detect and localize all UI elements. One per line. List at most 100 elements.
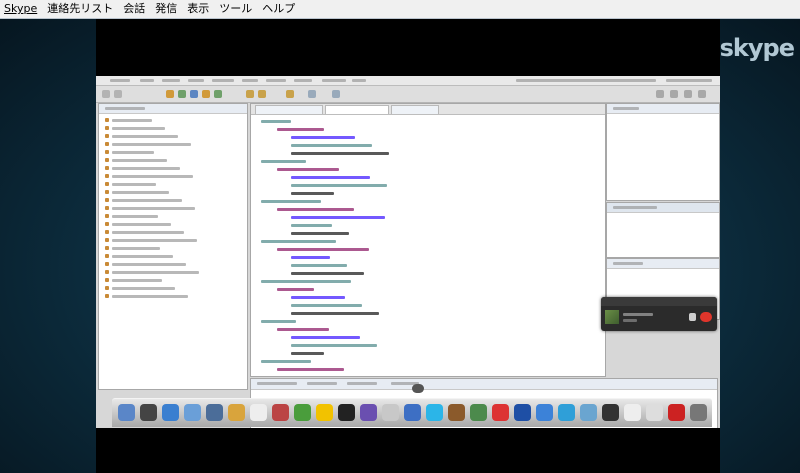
remote-code-line — [261, 320, 296, 323]
remote-tree-row — [105, 150, 154, 154]
dock-app-icon — [690, 404, 707, 421]
dock-app-icon — [426, 404, 443, 421]
menu-contacts[interactable]: 連絡先リスト — [43, 0, 119, 18]
remote-code-line — [277, 208, 354, 211]
end-call-button[interactable] — [700, 312, 712, 322]
remote-outline-panel — [606, 103, 720, 201]
remote-code-line — [291, 184, 387, 187]
remote-code-line — [291, 224, 332, 227]
remote-code-line — [291, 216, 385, 219]
remote-tree-row — [105, 126, 165, 130]
remote-tree-row — [105, 294, 188, 298]
remote-code-line — [291, 232, 349, 235]
menubar: Skype 連絡先リスト 会話 発信 表示 ツール ヘルプ — [0, 0, 800, 19]
caller-avatar — [605, 310, 619, 324]
remote-code-line — [291, 336, 360, 339]
remote-code-line — [277, 248, 369, 251]
dock-app-icon — [536, 404, 553, 421]
remote-tree-row — [105, 238, 197, 242]
remote-tree-row — [105, 142, 191, 146]
dock-app-icon — [514, 404, 531, 421]
dock-app-icon — [382, 404, 399, 421]
dock-app-icon — [668, 404, 685, 421]
remote-code-line — [261, 240, 336, 243]
dock-app-icon — [492, 404, 509, 421]
shared-screen — [96, 19, 720, 473]
remote-desktop — [96, 76, 720, 428]
call-window: skype — [0, 19, 800, 473]
remote-tree-row — [105, 158, 167, 162]
remote-task-panel — [606, 202, 720, 258]
remote-code-line — [261, 200, 321, 203]
mute-icon[interactable] — [689, 313, 696, 321]
menu-call[interactable]: 発信 — [151, 0, 183, 18]
remote-code-line — [291, 144, 372, 147]
remote-menubar — [96, 76, 720, 86]
remote-code-line — [277, 368, 344, 371]
remote-code-line — [261, 280, 351, 283]
remote-package-explorer — [98, 103, 248, 390]
remote-code-line — [261, 160, 306, 163]
remote-code-line — [291, 136, 355, 139]
remote-code-line — [291, 152, 389, 155]
remote-code-line — [277, 328, 329, 331]
remote-code-editor — [250, 103, 606, 377]
dock-app-icon — [206, 404, 223, 421]
remote-tree-row — [105, 118, 152, 122]
skype-logo: skype — [719, 34, 795, 62]
call-status-overlay — [601, 297, 717, 331]
dock-tooltip — [412, 384, 424, 393]
dock-app-icon — [272, 404, 289, 421]
dock-app-icon — [316, 404, 333, 421]
remote-tree-row — [105, 206, 195, 210]
remote-tree-row — [105, 230, 184, 234]
menu-help[interactable]: ヘルプ — [258, 0, 301, 18]
remote-tree-row — [105, 286, 175, 290]
menu-view[interactable]: 表示 — [183, 0, 215, 18]
remote-code-line — [291, 192, 334, 195]
remote-tree-row — [105, 134, 178, 138]
dock-app-icon — [250, 404, 267, 421]
remote-code-line — [291, 352, 324, 355]
call-status-header — [601, 297, 717, 306]
remote-tree-row — [105, 182, 156, 186]
remote-tree-row — [105, 278, 162, 282]
remote-code-line — [261, 360, 311, 363]
remote-code-line — [291, 256, 330, 259]
remote-code-line — [291, 264, 347, 267]
remote-tree-row — [105, 270, 199, 274]
dock-app-icon — [228, 404, 245, 421]
dock-app-icon — [646, 404, 663, 421]
menu-tools[interactable]: ツール — [215, 0, 258, 18]
remote-code-line — [291, 272, 364, 275]
remote-code-line — [291, 344, 377, 347]
dock-app-icon — [470, 404, 487, 421]
dock-app-icon — [184, 404, 201, 421]
dock-app-icon — [294, 404, 311, 421]
remote-code-line — [261, 120, 291, 123]
dock-app-icon — [118, 404, 135, 421]
remote-code-line — [291, 304, 362, 307]
remote-tree-row — [105, 190, 169, 194]
dock-app-icon — [580, 404, 597, 421]
remote-code-line — [277, 288, 314, 291]
remote-code-line — [277, 128, 324, 131]
remote-code-line — [291, 176, 370, 179]
remote-tree-row — [105, 166, 180, 170]
dock-app-icon — [360, 404, 377, 421]
dock-app-icon — [624, 404, 641, 421]
menu-conversations[interactable]: 会話 — [119, 0, 151, 18]
dock-app-icon — [140, 404, 157, 421]
remote-dock — [112, 398, 712, 427]
dock-app-icon — [162, 404, 179, 421]
remote-tree-row — [105, 198, 182, 202]
remote-toolbar — [96, 86, 720, 103]
remote-tree-row — [105, 254, 173, 258]
remote-code-line — [277, 168, 339, 171]
dock-app-icon — [448, 404, 465, 421]
remote-tree-row — [105, 262, 186, 266]
dock-app-icon — [602, 404, 619, 421]
menu-skype[interactable]: Skype — [0, 0, 43, 18]
remote-code-line — [291, 296, 345, 299]
dock-app-icon — [558, 404, 575, 421]
